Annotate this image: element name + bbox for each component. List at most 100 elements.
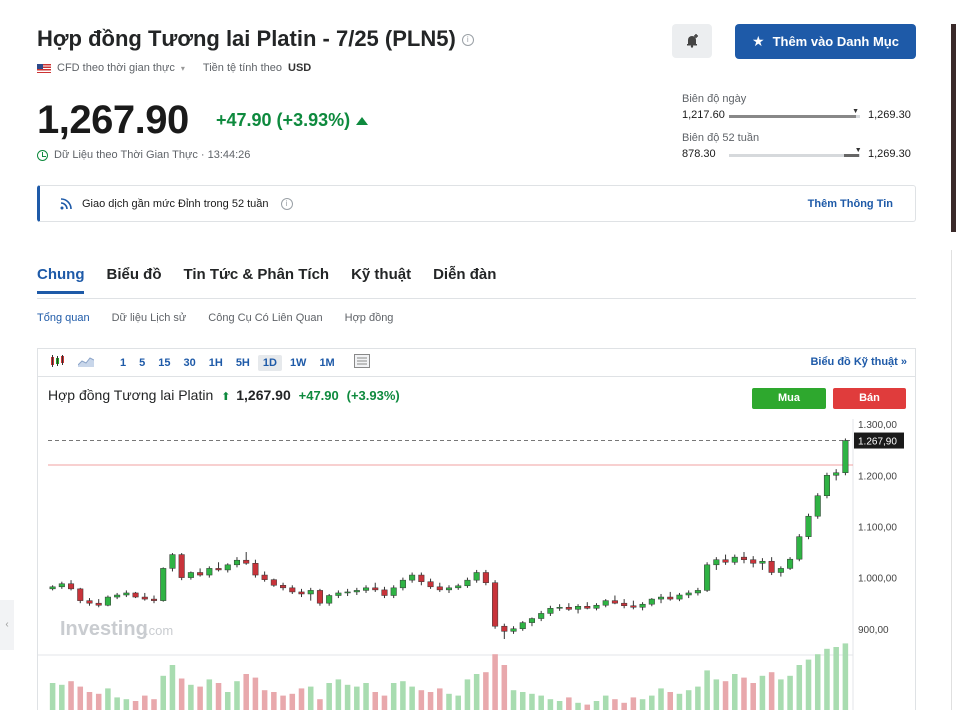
volume-bar: [418, 690, 425, 710]
candle-body: [215, 568, 222, 571]
side-panel-edge: [951, 250, 956, 710]
volume-bar: [372, 692, 379, 710]
tab-forum[interactable]: Diễn đàn: [433, 266, 496, 283]
price-chart-widget: 1 5 15 30 1H 5H 1D 1W 1M Biểu đồ Kỹ thuậ…: [37, 348, 916, 710]
subtab-contracts[interactable]: Hợp đồng: [345, 312, 394, 324]
buy-button[interactable]: Mua: [752, 388, 826, 409]
volume-bar: [510, 690, 517, 710]
volume-bar: [593, 701, 600, 710]
volume-bar: [778, 679, 784, 710]
candle-body: [658, 596, 665, 600]
volume-bar: [547, 699, 554, 710]
interval-1d[interactable]: 1D: [257, 354, 282, 371]
candle-body: [58, 583, 65, 588]
volume-bar: [455, 695, 461, 710]
interval-1[interactable]: 1: [115, 355, 131, 371]
candle-body: [298, 591, 305, 595]
volume-bar: [805, 659, 812, 710]
y-tick-label: 1.200,00: [858, 471, 897, 482]
star-icon: ★: [752, 33, 765, 49]
volume-bar: [326, 683, 332, 710]
candle-body: [833, 472, 840, 476]
volume-bar: [446, 693, 452, 710]
day-range-marker: ▼: [852, 108, 859, 115]
candle-body: [187, 572, 194, 578]
info-icon[interactable]: i: [461, 34, 474, 47]
candle-body: [353, 590, 360, 593]
left-edge-tab[interactable]: ‹: [0, 600, 14, 650]
table-view-icon[interactable]: [349, 352, 375, 373]
interval-5h[interactable]: 5H: [231, 355, 255, 371]
candle-body: [436, 586, 443, 591]
candlestick-icon[interactable]: [44, 352, 70, 373]
candle-body: [492, 582, 499, 627]
volume-bar: [768, 672, 775, 710]
y-tick-label: 1.000,00: [858, 574, 897, 585]
sub-tabs: Tổng quan Dữ liệu Lịch sử Công Cụ Có Liê…: [37, 312, 393, 324]
volume-bar: [49, 683, 56, 710]
chart-header: Hợp đồng Tương lai Platin ⬆ 1,267.90 +47…: [48, 387, 400, 403]
candle-body: [160, 568, 167, 601]
y-tick-label: 1.300,00: [858, 420, 897, 431]
candle-body: [206, 568, 213, 576]
interval-1m[interactable]: 1M: [314, 355, 339, 371]
volume-bar: [132, 701, 139, 710]
tab-chart[interactable]: Biểu đồ: [106, 266, 161, 283]
volume-bar: [68, 681, 74, 710]
sell-button[interactable]: Bán: [833, 388, 906, 409]
volume-bar: [354, 686, 360, 710]
cfd-label[interactable]: CFD theo thời gian thực: [57, 62, 175, 74]
candle-body: [270, 579, 277, 586]
volume-bar: [741, 677, 747, 710]
subtab-related-instruments[interactable]: Công Cụ Có Liên Quan: [208, 312, 322, 324]
tab-technical[interactable]: Kỹ thuật: [351, 266, 411, 283]
candle-body: [777, 568, 784, 573]
volume-bar: [169, 665, 176, 710]
volume-bar: [197, 686, 203, 710]
volume-bar: [483, 672, 489, 710]
subtab-historical-data[interactable]: Dữ liệu Lịch sử: [112, 312, 187, 324]
candle-body: [575, 606, 582, 610]
candle-body: [639, 603, 646, 608]
candle-body: [344, 591, 351, 594]
volume-bar: [676, 693, 683, 710]
candle-body: [805, 515, 812, 537]
interval-1w[interactable]: 1W: [285, 355, 312, 371]
watermark: Investing: [60, 618, 148, 640]
interval-5[interactable]: 5: [134, 355, 150, 371]
candle-body: [141, 596, 148, 600]
area-chart-icon[interactable]: [73, 353, 99, 372]
candlestick-chart[interactable]: 1.300,00 1.200,00 1.100,00 1.000,00 900,00 1.…: [38, 419, 915, 710]
active-tab-indicator: [37, 291, 84, 294]
alert-button[interactable]: [672, 24, 712, 58]
realtime-status: Dữ Liệu theo Thời Gian Thực · 13:44:26: [37, 149, 250, 161]
volume-bar: [363, 683, 369, 710]
volume-bar: [612, 699, 618, 710]
candle-body: [464, 579, 471, 587]
interval-15[interactable]: 15: [153, 355, 175, 371]
volume-bar: [344, 684, 351, 710]
chevron-down-icon[interactable]: ▾: [181, 64, 185, 73]
more-info-link[interactable]: Thêm Thông Tin: [808, 198, 893, 210]
candle-body: [49, 586, 56, 590]
volume-bar: [519, 692, 526, 710]
volume-bar: [123, 699, 130, 710]
rss-icon: [60, 197, 72, 209]
add-to-watchlist-button[interactable]: ★ Thêm vào Danh Mục: [735, 24, 916, 59]
tab-news-analysis[interactable]: Tin Tức & Phân Tích: [183, 266, 329, 283]
interval-30[interactable]: 30: [179, 355, 201, 371]
instrument-meta: CFD theo thời gian thực ▾ Tiền tệ tính t…: [37, 62, 311, 74]
volume-bar: [381, 695, 388, 710]
volume-bar: [178, 678, 185, 710]
chart-instrument-name: Hợp đồng Tương lai Platin: [48, 387, 214, 403]
realtime-label: Dữ Liệu theo Thời Gian Thực · 13:44:26: [54, 149, 251, 161]
volume-bar: [639, 699, 646, 710]
candle-body: [132, 592, 139, 598]
technical-chart-link[interactable]: Biểu đồ Kỹ thuật »: [810, 356, 907, 368]
interval-1h[interactable]: 1H: [204, 355, 228, 371]
info-icon[interactable]: i: [280, 197, 293, 210]
subtab-overview[interactable]: Tổng quan: [37, 312, 90, 324]
candle-body: [648, 598, 655, 605]
clock-icon: [37, 149, 48, 161]
tab-general[interactable]: Chung: [37, 266, 84, 283]
